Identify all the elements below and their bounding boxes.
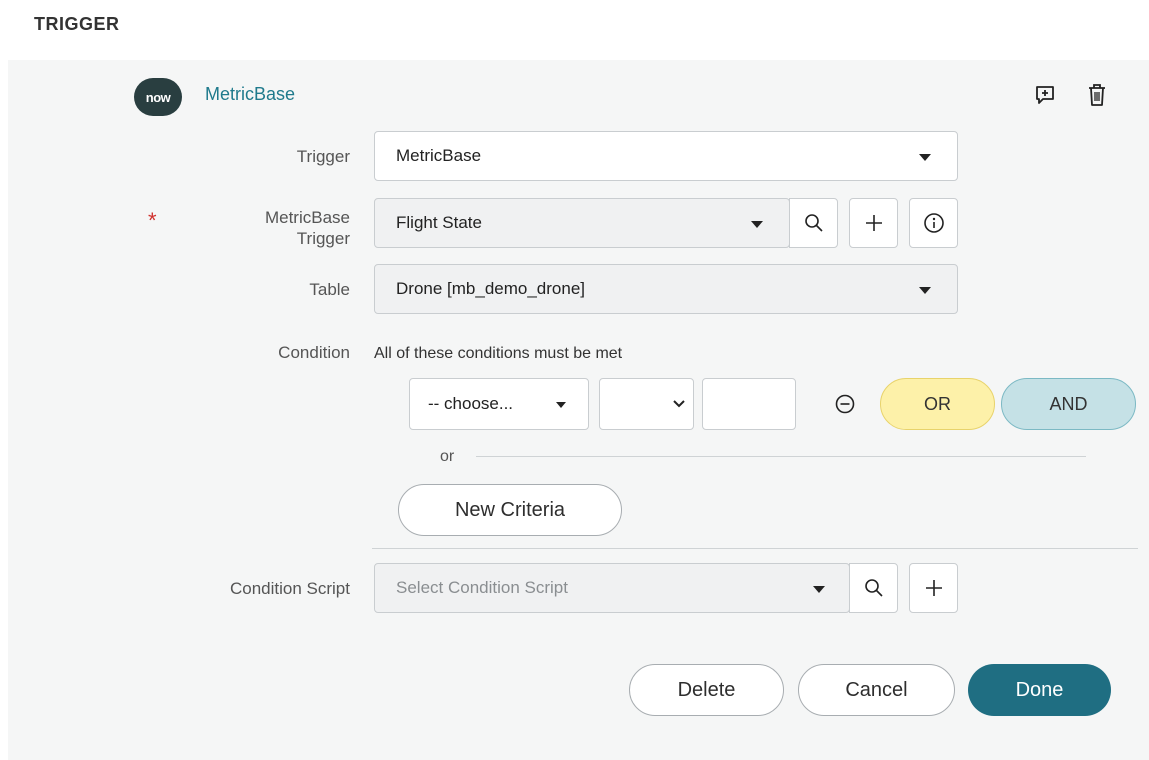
metricbase-trigger-info-button[interactable] xyxy=(909,198,958,248)
remove-condition-button[interactable] xyxy=(830,389,860,419)
info-icon xyxy=(923,213,944,233)
plus-icon xyxy=(925,580,942,596)
chevron-down-icon xyxy=(751,221,763,228)
condition-operator-select[interactable] xyxy=(599,378,694,430)
trash-icon xyxy=(1089,84,1105,106)
section-title: TRIGGER xyxy=(34,14,120,34)
plus-icon xyxy=(865,215,882,231)
chevron-down-icon xyxy=(556,402,566,408)
condition-script-search-button[interactable] xyxy=(849,563,898,613)
metricbase-trigger-label: MetricBase Trigger xyxy=(220,207,350,249)
trigger-name: MetricBase xyxy=(205,84,296,104)
done-button[interactable]: Done xyxy=(968,664,1111,716)
or-separator-label: or xyxy=(440,448,455,465)
metricbase-trigger-select[interactable]: Flight State xyxy=(374,198,790,248)
trigger-select[interactable]: MetricBase xyxy=(374,131,958,181)
table-label: Table xyxy=(309,280,350,299)
metricbase-trigger-add-button[interactable] xyxy=(849,198,898,248)
trigger-label: Trigger xyxy=(296,147,350,166)
chevron-down-icon xyxy=(919,287,931,294)
search-icon xyxy=(864,579,883,597)
and-button[interactable]: AND xyxy=(1001,378,1136,430)
minus-circle-icon xyxy=(835,394,855,414)
cancel-button[interactable]: Cancel xyxy=(798,664,955,716)
search-icon xyxy=(804,214,823,232)
metricbase-trigger-label-line1: MetricBase xyxy=(264,208,350,227)
or-button[interactable]: OR xyxy=(880,378,995,430)
metricbase-trigger-label-line2: Trigger xyxy=(296,229,350,248)
condition-field-value: -- choose... xyxy=(428,394,514,413)
table-select-value: Drone [mb_demo_drone] xyxy=(396,279,586,298)
delete-trigger-button[interactable] xyxy=(1082,80,1112,110)
required-indicator: * xyxy=(148,208,157,233)
new-criteria-button[interactable]: New Criteria xyxy=(398,484,622,536)
table-select[interactable]: Drone [mb_demo_drone] xyxy=(374,264,958,314)
chevron-down-icon xyxy=(673,400,685,408)
condition-label: Condition xyxy=(278,343,350,362)
trigger-select-value: MetricBase xyxy=(396,146,482,165)
condition-script-label: Condition Script xyxy=(229,579,350,598)
chevron-down-icon xyxy=(813,586,825,593)
condition-value-input[interactable] xyxy=(702,378,796,430)
condition-description: All of these conditions must be met xyxy=(374,345,623,362)
condition-script-add-button[interactable] xyxy=(909,563,958,613)
condition-script-placeholder: Select Condition Script xyxy=(396,578,568,597)
metricbase-trigger-search-button[interactable] xyxy=(789,198,838,248)
or-separator-line xyxy=(476,456,1086,457)
add-comment-icon xyxy=(1036,86,1054,104)
servicenow-logo: now xyxy=(134,78,182,116)
condition-field-select[interactable]: -- choose... xyxy=(409,378,589,430)
section-divider xyxy=(372,548,1138,549)
add-comment-button[interactable] xyxy=(1030,80,1060,110)
chevron-down-icon xyxy=(919,154,931,161)
delete-button[interactable]: Delete xyxy=(629,664,784,716)
condition-script-select[interactable]: Select Condition Script xyxy=(374,563,850,613)
metricbase-trigger-value: Flight State xyxy=(396,213,482,232)
